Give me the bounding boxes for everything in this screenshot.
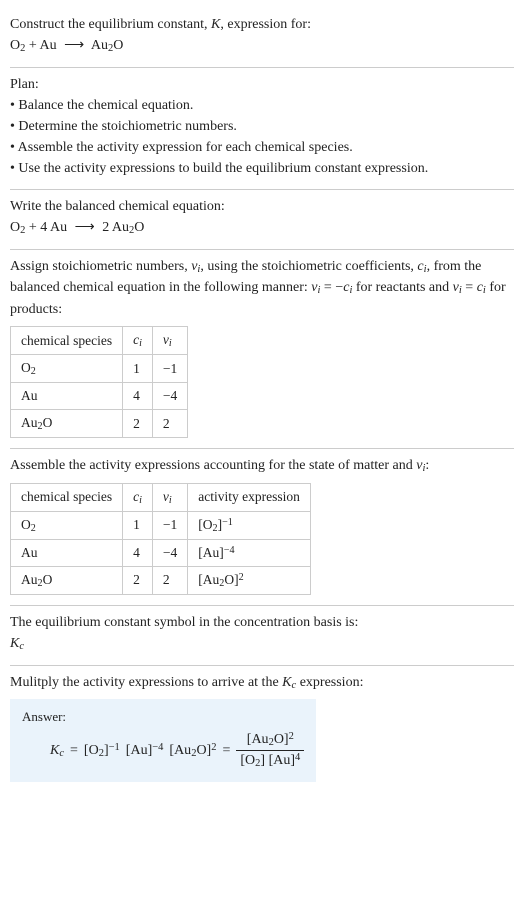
question-text-a: Construct the equilibrium constant, [10, 17, 211, 32]
col-ci: ci [123, 483, 153, 511]
table-row: Au 4 −4 [11, 383, 188, 410]
cell-species: Au [11, 383, 123, 410]
table-row: O2 1 −1 [11, 355, 188, 383]
col-nui: νi [152, 483, 187, 511]
cell-ci: 1 [123, 511, 153, 539]
cell-nui: −1 [152, 511, 187, 539]
cell-ci: 2 [123, 566, 153, 594]
cell-ci: 4 [123, 383, 153, 410]
cell-nui: 2 [152, 410, 187, 438]
activity-section: Assemble the activity expressions accoun… [10, 449, 514, 605]
cell-activity: [Au]−4 [188, 539, 311, 566]
balanced-equation: O2 + 4 Au ⟶ 2 Au2O [10, 217, 514, 239]
cell-species: O2 [11, 511, 123, 539]
col-ci: ci [123, 327, 153, 355]
cell-species: Au2O [11, 410, 123, 438]
col-nui: νi [152, 327, 187, 355]
cell-nui: −4 [152, 383, 187, 410]
rhs: 2 Au2O [99, 220, 145, 235]
reaction-arrow-icon: ⟶ [60, 38, 88, 53]
cell-species: O2 [11, 355, 123, 383]
final-section: Mulitply the activity expressions to arr… [10, 666, 514, 793]
plan-bullet-3: • Assemble the activity expression for e… [10, 137, 514, 158]
final-text: Mulitply the activity expressions to arr… [10, 672, 514, 694]
symbol-section: The equilibrium constant symbol in the c… [10, 606, 514, 665]
fraction-numerator: [Au2O]2 [243, 731, 298, 750]
plan-bullet-2: • Determine the stoichiometric numbers. [10, 116, 514, 137]
symbol-Kc: Kc [10, 633, 514, 655]
question-line-1: Construct the equilibrium constant, K, e… [10, 14, 514, 35]
symbol-K: K [211, 17, 220, 32]
reactant-O2: O2 [10, 38, 25, 53]
col-activity: activity expression [188, 483, 311, 511]
question-section: Construct the equilibrium constant, K, e… [10, 8, 514, 67]
activity-text: Assemble the activity expressions accoun… [10, 455, 514, 477]
lhs: O2 + 4 Au [10, 220, 71, 235]
table-header-row: chemical species ci νi [11, 327, 188, 355]
stoich-table: chemical species ci νi O2 1 −1 Au 4 −4 A… [10, 326, 188, 438]
product-Au2O: Au2O [88, 38, 123, 53]
stoich-text: Assign stoichiometric numbers, νi, using… [10, 256, 514, 321]
cell-ci: 1 [123, 355, 153, 383]
question-text-b: , expression for: [220, 17, 311, 32]
equals: = [222, 743, 230, 759]
cell-activity: [O2]−1 [188, 511, 311, 539]
plan-section: Plan: • Balance the chemical equation. •… [10, 68, 514, 189]
cell-nui: −4 [152, 539, 187, 566]
reaction-arrow-icon: ⟶ [71, 220, 99, 235]
fraction: [Au2O]2 [O2] [Au]4 [236, 731, 304, 770]
equals: = [70, 743, 78, 759]
term-Au2O: [Au2O]2 [169, 742, 216, 759]
plan-bullet-1: • Balance the chemical equation. [10, 95, 514, 116]
cell-ci: 2 [123, 410, 153, 438]
symbol-text: The equilibrium constant symbol in the c… [10, 612, 514, 633]
table-row: Au 4 −4 [Au]−4 [11, 539, 311, 566]
plus-Au: + Au [25, 38, 60, 53]
cell-species: Au2O [11, 566, 123, 594]
cell-ci: 4 [123, 539, 153, 566]
plan-bullet-4: • Use the activity expressions to build … [10, 158, 514, 179]
stoich-section: Assign stoichiometric numbers, νi, using… [10, 250, 514, 449]
table-row: Au2O 2 2 [11, 410, 188, 438]
Kc: Kc [50, 743, 64, 759]
balanced-title: Write the balanced chemical equation: [10, 196, 514, 217]
col-species: chemical species [11, 327, 123, 355]
term-O2: [O2]−1 [84, 742, 120, 759]
cell-nui: 2 [152, 566, 187, 594]
cell-activity: [Au2O]2 [188, 566, 311, 594]
answer-label: Answer: [22, 709, 304, 725]
col-species: chemical species [11, 483, 123, 511]
plan-title: Plan: [10, 74, 514, 95]
fraction-denominator: [O2] [Au]4 [236, 750, 304, 770]
answer-box: Answer: Kc = [O2]−1 [Au]−4 [Au2O]2 = [Au… [10, 699, 316, 782]
activity-table: chemical species ci νi activity expressi… [10, 483, 311, 595]
table-row: Au2O 2 2 [Au2O]2 [11, 566, 311, 594]
cell-species: Au [11, 539, 123, 566]
cell-nui: −1 [152, 355, 187, 383]
balanced-section: Write the balanced chemical equation: O2… [10, 190, 514, 249]
table-header-row: chemical species ci νi activity expressi… [11, 483, 311, 511]
question-equation: O2 + Au ⟶ Au2O [10, 35, 514, 57]
term-Au: [Au]−4 [126, 742, 164, 759]
answer-equation: Kc = [O2]−1 [Au]−4 [Au2O]2 = [Au2O]2 [O2… [22, 731, 304, 770]
table-row: O2 1 −1 [O2]−1 [11, 511, 311, 539]
